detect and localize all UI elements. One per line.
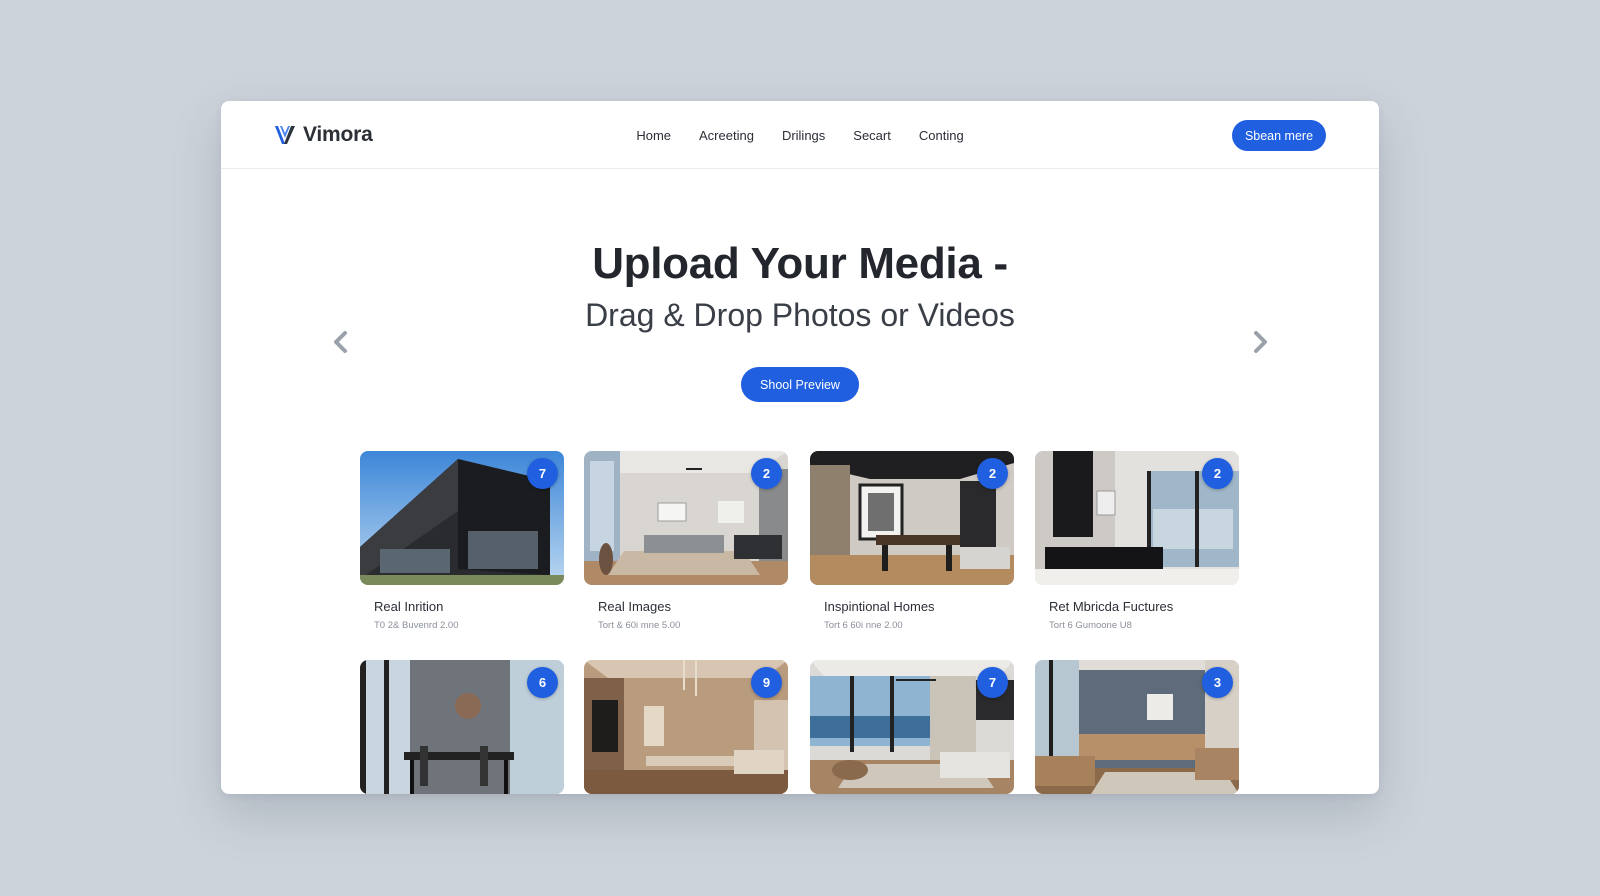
nav-link-acreeting[interactable]: Acreeting xyxy=(693,128,754,143)
media-thumbnail[interactable]: 2 xyxy=(810,451,1014,585)
media-thumbnail[interactable]: 3 xyxy=(1035,660,1239,794)
count-badge: 2 xyxy=(751,458,782,489)
brand-logo[interactable]: Vimora xyxy=(273,121,373,149)
count-badge: 7 xyxy=(977,667,1008,698)
preview-button[interactable]: Shool Preview xyxy=(741,367,859,402)
card-meta: Tort & 60i mne 5.00 xyxy=(598,620,681,631)
card-title: Real Images xyxy=(598,599,671,614)
media-card[interactable]: 6 xyxy=(360,660,564,794)
card-title: Inspintional Homes xyxy=(824,599,935,614)
nav-link-secart[interactable]: Secart xyxy=(847,128,891,143)
header-cta-button[interactable]: Sbean mere xyxy=(1232,120,1326,151)
brand-name: Vimora xyxy=(303,123,373,146)
media-card[interactable]: 2 Real Images Tort & 60i mne 5.00 xyxy=(584,451,788,631)
media-card[interactable]: 7 Real Inrition T0 2& Buvenrd 2.00 xyxy=(360,451,564,631)
media-thumbnail[interactable]: 7 xyxy=(810,660,1014,794)
chevron-right-icon xyxy=(1254,331,1267,353)
app-window: Vimora Home Acreeting Drilings Secart Co… xyxy=(221,101,1379,794)
count-badge: 3 xyxy=(1202,667,1233,698)
hero-subtitle: Drag & Drop Photos or Videos xyxy=(585,297,1015,333)
main-nav: Home Acreeting Drilings Secart Conting xyxy=(221,101,1379,169)
media-card[interactable]: 7 xyxy=(810,660,1014,794)
carousel-next-button[interactable] xyxy=(1245,327,1275,357)
chevron-left-icon xyxy=(334,331,347,353)
media-thumbnail[interactable]: 2 xyxy=(584,451,788,585)
hero-title: Upload Your Media - xyxy=(592,239,1008,288)
media-thumbnail[interactable]: 9 xyxy=(584,660,788,794)
card-meta: Tort 6 Gumoone U8 xyxy=(1049,620,1132,631)
media-thumbnail[interactable]: 7 xyxy=(360,451,564,585)
media-thumbnail[interactable]: 2 xyxy=(1035,451,1239,585)
count-badge: 2 xyxy=(1202,458,1233,489)
card-title: Real Inrition xyxy=(374,599,444,614)
vimora-logo-icon xyxy=(275,126,295,144)
top-navbar: Vimora Home Acreeting Drilings Secart Co… xyxy=(221,101,1379,169)
media-card[interactable]: 3 xyxy=(1035,660,1239,794)
nav-link-home[interactable]: Home xyxy=(636,128,671,143)
card-meta: T0 2& Buvenrd 2.00 xyxy=(374,620,459,631)
media-thumbnail[interactable]: 6 xyxy=(360,660,564,794)
count-badge: 9 xyxy=(751,667,782,698)
card-meta: Tort 6 60i nne 2.00 xyxy=(824,620,903,631)
media-card[interactable]: 2 Ret Mbricda Fuctures Tort 6 Gumoone U8 xyxy=(1035,451,1239,631)
carousel-prev-button[interactable] xyxy=(326,327,356,357)
count-badge: 7 xyxy=(527,458,558,489)
media-card[interactable]: 2 Inspintional Homes Tort 6 60i nne 2.00 xyxy=(810,451,1014,631)
nav-link-drilings[interactable]: Drilings xyxy=(776,128,825,143)
count-badge: 2 xyxy=(977,458,1008,489)
media-card[interactable]: 9 xyxy=(584,660,788,794)
nav-link-conting[interactable]: Conting xyxy=(913,128,964,143)
count-badge: 6 xyxy=(527,667,558,698)
card-title: Ret Mbricda Fuctures xyxy=(1049,599,1174,614)
